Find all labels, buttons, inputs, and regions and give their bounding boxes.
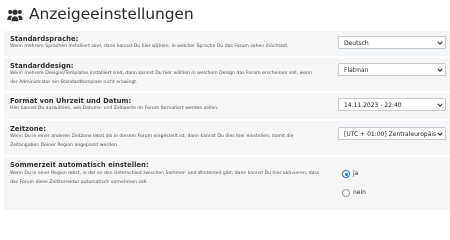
design-select-value: Flatman [344,66,369,74]
page-title: Anzeigeeinstellungen [29,5,194,23]
dst-radio-no-label[interactable]: nein [353,189,366,196]
language-select-value: Deutsch [344,39,369,47]
design-select[interactable]: Flatman [338,63,446,76]
chevron-down-icon [437,103,443,108]
setting-label: Standardsprache: [10,35,79,43]
language-select[interactable]: Deutsch [338,36,446,49]
users-icon [7,9,23,22]
dst-radio-yes-label[interactable]: ja [353,170,358,177]
setting-row-timezone: Zeitzone: Wenn Du in einer anderen Zeitz… [4,121,450,156]
datetime-format-select-value: 14.11.2023 - 22:40 [344,101,402,109]
dst-radio-yes[interactable] [342,170,350,178]
setting-description: Wenn mehrere Designs/Templates installie… [10,71,312,85]
chevron-down-icon [437,132,443,137]
setting-description: Wenn Du in einer Region lebst, in der es… [10,171,320,185]
setting-description: Wenn mehrere Sprachen installiert sind, … [10,44,289,49]
setting-label: Format von Uhrzeit und Datum: [10,97,132,105]
chevron-down-icon [437,41,443,46]
datetime-format-select[interactable]: 14.11.2023 - 22:40 [338,98,446,111]
setting-row-language: Standardsprache: Wenn mehrere Sprachen i… [4,31,450,57]
chevron-down-icon [437,68,443,73]
setting-label: Sommerzeit automatisch einstellen: [10,161,149,169]
setting-row-design: Standarddesign: Wenn mehrere Designs/Tem… [4,58,450,92]
setting-description: Wenn Du in einer anderen Zeitzone lebst … [10,134,294,148]
setting-description: Hier kannst Du auswählen, wie Datums- un… [10,106,219,111]
setting-row-datetime-format: Format von Uhrzeit und Datum: Hier kanns… [4,93,450,120]
timezone-select[interactable]: [UTC + 01:00] Zentraleuropäische Zeit [338,127,446,140]
setting-row-dst: Sommerzeit automatisch einstellen: Wenn … [4,157,450,210]
setting-label: Zeitzone: [10,125,46,133]
dst-radio-no[interactable] [342,189,350,197]
page-header: Anzeigeeinstellungen [0,0,450,34]
timezone-select-value: [UTC + 01:00] Zentraleuropäische Zeit [344,130,436,138]
setting-label: Standarddesign: [10,62,74,70]
